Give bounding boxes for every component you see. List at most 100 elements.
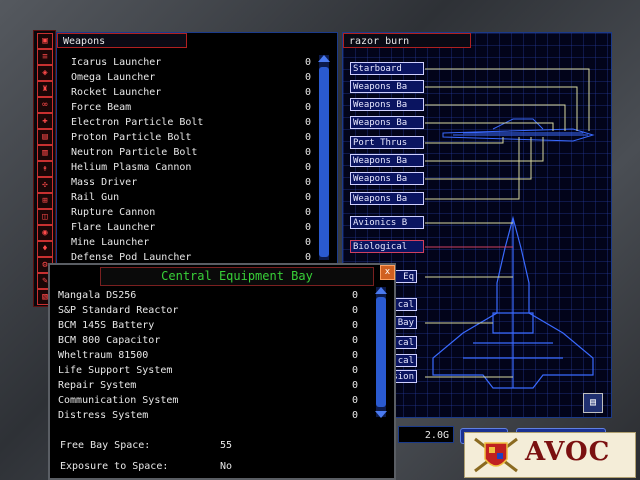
weapon-name: Defense Pod Launcher: [71, 252, 192, 263]
weapon-name: Proton Particle Bolt: [71, 132, 192, 143]
missile-icon[interactable]: ↟: [37, 161, 53, 177]
scroll-up-icon[interactable]: [318, 55, 330, 62]
weapon-name: Rocket Launcher: [71, 87, 162, 98]
free-bay-value: 55: [220, 440, 233, 451]
sensor-icon[interactable]: ♦: [37, 241, 53, 257]
exposure-value: No: [220, 461, 233, 472]
weapon-qty: 0: [304, 237, 311, 248]
weapon-name: Rail Gun: [71, 192, 120, 203]
equipment-name: BCM 145S Battery: [58, 320, 155, 331]
weapon-qty: 0: [304, 57, 311, 68]
weapon-qty: 0: [304, 192, 311, 203]
equipment-row[interactable]: Communication System 0: [58, 393, 358, 408]
equipment-qty: 0: [351, 305, 358, 316]
scroll-up-icon[interactable]: [375, 287, 387, 294]
weapon-qty: 0: [304, 207, 311, 218]
mass-readout: 2.0G: [398, 426, 454, 443]
equipment-qty: 0: [351, 410, 358, 421]
equipment-qty: 0: [351, 320, 358, 331]
close-icon[interactable]: x: [380, 265, 395, 280]
equipment-row[interactable]: BCM 145S Battery 0: [58, 318, 358, 333]
armor-icon[interactable]: ✣: [37, 177, 53, 193]
ship-slot-label[interactable]: Biological: [350, 240, 424, 253]
ship-slot-label[interactable]: Weapons Ba: [350, 98, 424, 111]
wing-icon[interactable]: ◈: [37, 65, 53, 81]
help-icon[interactable]: ▤: [583, 393, 603, 413]
weapon-row[interactable]: Neutron Particle Bolt 0: [71, 145, 311, 160]
avoc-logo: AVOC: [464, 432, 636, 478]
ship-slot-label[interactable]: Starboard: [350, 62, 424, 75]
laser-icon[interactable]: ◫: [37, 209, 53, 225]
equipment-row[interactable]: Life Support System 0: [58, 363, 358, 378]
weapon-qty: 0: [304, 102, 311, 113]
weapon-row[interactable]: Rocket Launcher 0: [71, 85, 311, 100]
ship-icon[interactable]: ▣: [37, 33, 53, 49]
weapon-row[interactable]: Rupture Cannon 0: [71, 205, 311, 220]
weapon-row[interactable]: Helium Plasma Cannon 0: [71, 160, 311, 175]
ship-slot-label[interactable]: Weapons Ba: [350, 116, 424, 129]
ship-slot-label[interactable]: Port Thrus: [350, 136, 424, 149]
weapon-name: Electron Particle Bolt: [71, 117, 204, 128]
equipment-name: S&P Standard Reactor: [58, 305, 179, 316]
equipment-qty: 0: [351, 365, 358, 376]
free-bay-label: Free Bay Space:: [60, 440, 151, 451]
weapon-row[interactable]: Rail Gun 0: [71, 190, 311, 205]
equipment-row[interactable]: Repair System 0: [58, 378, 358, 393]
crest-icon: [474, 437, 518, 473]
equipment-row[interactable]: BCM 800 Capacitor 0: [58, 333, 358, 348]
weapons-scrollbar[interactable]: [318, 55, 330, 260]
equipment-scroll-thumb[interactable]: [376, 297, 386, 407]
weapon-name: Neutron Particle Bolt: [71, 147, 198, 158]
weapon-name: Omega Launcher: [71, 72, 156, 83]
weapon-qty: 0: [304, 222, 311, 233]
equipment-name: Mangala DS256: [58, 290, 137, 301]
equipment-row[interactable]: Mangala DS256 0: [58, 288, 358, 303]
turret-icon[interactable]: ♜: [37, 81, 53, 97]
engine-icon[interactable]: ∞: [37, 97, 53, 113]
weapon-qty: 0: [304, 87, 311, 98]
shield-icon[interactable]: ✚: [37, 113, 53, 129]
weapons-panel: Weapons Icarus Launcher 0 Omega Launcher 0 R…: [56, 32, 338, 264]
ship-slot-label[interactable]: Weapons Ba: [350, 154, 424, 167]
equipment-list: Mangala DS256 0 S&P Standard Reactor 0 BCM 1…: [58, 288, 358, 423]
weapon-name: Rupture Cannon: [71, 207, 156, 218]
crew-icon[interactable]: ◉: [37, 225, 53, 241]
equipment-row[interactable]: Distress System 0: [58, 408, 358, 423]
equipment-qty: 0: [351, 395, 358, 406]
weapon-qty: 0: [304, 162, 311, 173]
weapon-qty: 0: [304, 72, 311, 83]
weapon-name: Mine Launcher: [71, 237, 150, 248]
ship-slot-label[interactable]: Weapons Ba: [350, 172, 424, 185]
weapon-row[interactable]: Force Beam 0: [71, 100, 311, 115]
weapon-row[interactable]: Icarus Launcher 0: [71, 55, 311, 70]
equipment-name: Wheltraum 81500: [58, 350, 149, 361]
radar-icon[interactable]: ≡: [37, 49, 53, 65]
weapons-scroll-thumb[interactable]: [319, 67, 329, 257]
weapon-qty: 0: [304, 117, 311, 128]
logo-text: AVOC: [525, 437, 611, 467]
equipment-name: Communication System: [58, 395, 179, 406]
ship-slot-label[interactable]: Weapons Ba: [350, 80, 424, 93]
weapon-row[interactable]: Omega Launcher 0: [71, 70, 311, 85]
bay-icon[interactable]: ⊞: [37, 193, 53, 209]
equipment-name: BCM 800 Capacitor: [58, 335, 161, 346]
equipment-scrollbar[interactable]: [375, 287, 387, 418]
weapon-row[interactable]: Mine Launcher 0: [71, 235, 311, 250]
weapon-row[interactable]: Proton Particle Bolt 0: [71, 130, 311, 145]
equipment-row[interactable]: Wheltraum 81500 0: [58, 348, 358, 363]
ship-slot-label[interactable]: Weapons Ba: [350, 192, 424, 205]
cargo-icon[interactable]: ▤: [37, 129, 53, 145]
weapon-row[interactable]: Flare Launcher 0: [71, 220, 311, 235]
equipment-row[interactable]: S&P Standard Reactor 0: [58, 303, 358, 318]
ship-slot-label[interactable]: Avionics B: [350, 216, 424, 229]
weapon-name: Icarus Launcher: [71, 57, 162, 68]
weapon-row[interactable]: Electron Particle Bolt 0: [71, 115, 311, 130]
weapon-row[interactable]: Mass Driver 0: [71, 175, 311, 190]
weapon-name: Force Beam: [71, 102, 132, 113]
equipment-name: Distress System: [58, 410, 149, 421]
pod-icon[interactable]: ▥: [37, 145, 53, 161]
weapon-qty: 0: [304, 147, 311, 158]
scroll-down-icon[interactable]: [375, 411, 387, 418]
central-equipment-bay-dialog: Central Equipment Bay x Mangala DS256 0 S&…: [48, 263, 396, 480]
equipment-name: Repair System: [58, 380, 137, 391]
